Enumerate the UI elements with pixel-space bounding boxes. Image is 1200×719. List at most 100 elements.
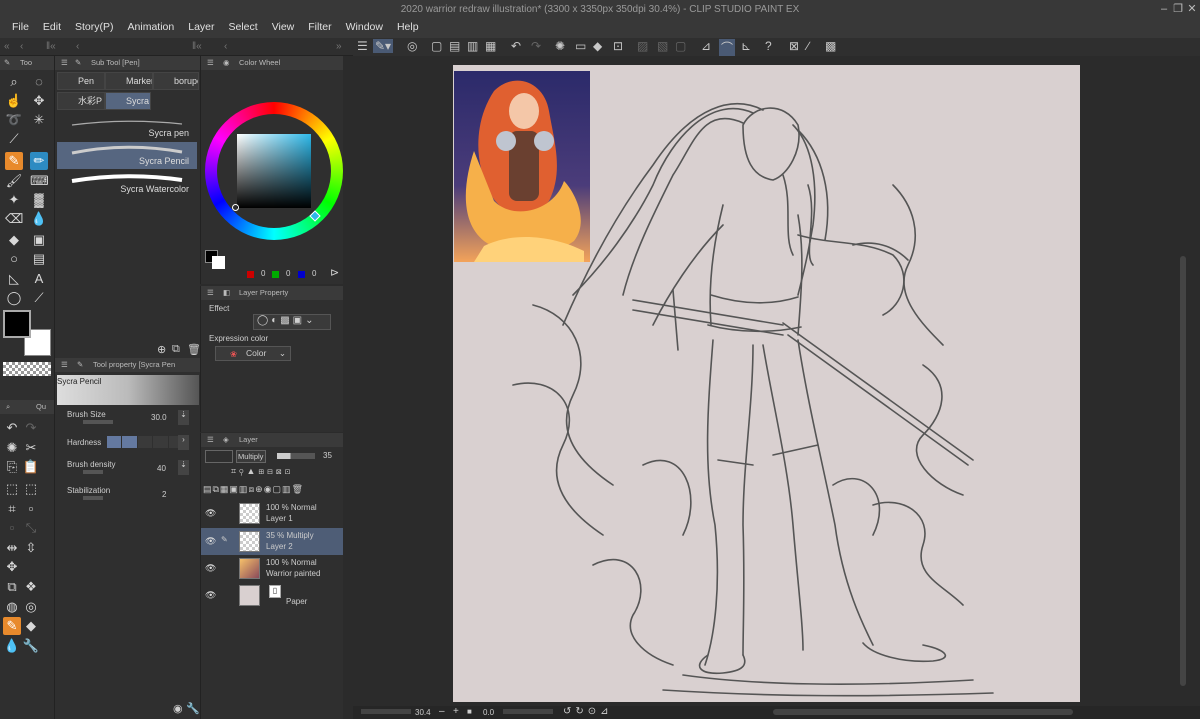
new-icon[interactable]: ▢ xyxy=(431,39,442,53)
subtool-tab-marker[interactable]: Marker xyxy=(105,72,153,90)
undo-icon[interactable]: ↶ xyxy=(3,419,21,437)
add-subtool-icon[interactable]: ⊕ xyxy=(157,343,166,356)
hardness-step[interactable] xyxy=(137,436,153,448)
eye-icon[interactable]: 👁 xyxy=(205,508,216,519)
shrink-selection-icon[interactable]: ▫ xyxy=(3,519,21,537)
zoom-in-icon[interactable]: + xyxy=(453,706,459,717)
blend-mode-select[interactable]: Multiply xyxy=(236,450,266,463)
main-color-swatch[interactable] xyxy=(3,310,31,338)
text-icon[interactable]: A xyxy=(30,270,48,288)
eye-icon[interactable]: 👁 xyxy=(205,536,216,547)
expression-color-select[interactable]: ❀ Color ⌄ xyxy=(215,346,291,361)
transform-icon[interactable]: ⤡ xyxy=(22,519,40,537)
chevron-left-icon[interactable]: ‹ xyxy=(20,41,23,52)
hardness-steps[interactable] xyxy=(107,436,184,448)
sub-color-swatch[interactable] xyxy=(212,256,225,269)
pencil-icon[interactable]: ✏ xyxy=(30,152,48,170)
blend-icon[interactable]: 💧 xyxy=(3,637,21,655)
rotation-angle[interactable]: 0.0 xyxy=(483,708,494,717)
brush-density-value[interactable]: 40 xyxy=(157,464,166,473)
eye-icon[interactable]: 👁 xyxy=(205,563,216,574)
collapse-left-icon[interactable]: ‖« xyxy=(46,41,56,52)
subtool-tab-borupe[interactable]: borupe xyxy=(153,72,199,90)
pen-icon[interactable]: ✎ xyxy=(5,152,23,170)
deselect-icon[interactable]: ⬚ xyxy=(22,480,40,498)
minimize-icon[interactable]: – xyxy=(1158,2,1170,16)
stabilization-slider[interactable] xyxy=(83,496,103,500)
lasso-fill-icon[interactable]: ◍ xyxy=(3,598,21,616)
menu-select[interactable]: Select xyxy=(222,18,265,38)
menu-window[interactable]: Window xyxy=(339,18,390,38)
red-value[interactable]: 0 xyxy=(261,269,265,278)
menu-view[interactable]: View xyxy=(265,18,302,38)
duplicate-icon[interactable]: ⧉ xyxy=(172,343,180,356)
layer-row[interactable]: 👁 ▯ Paper xyxy=(201,582,344,609)
clear-icon[interactable]: ▭ xyxy=(575,39,586,53)
hardness-step[interactable] xyxy=(153,436,168,448)
blue-value[interactable]: 0 xyxy=(312,269,316,278)
settings-icon[interactable]: ◉ xyxy=(173,702,183,715)
effect-buttons[interactable]: ◯◐▩▣⌄ xyxy=(253,314,331,330)
subtool-tab-sycra[interactable]: Sycra xyxy=(105,92,151,110)
help-icon[interactable]: ? xyxy=(765,39,772,53)
stamp-icon[interactable]: ⧉ xyxy=(3,578,21,596)
color-settings-icon[interactable]: ⊳ xyxy=(330,266,339,279)
expand-icon[interactable]: › xyxy=(178,435,189,450)
brush-density-slider[interactable] xyxy=(83,470,103,474)
save-icon[interactable]: ▥ xyxy=(467,39,478,53)
brush-item[interactable]: Sycra pen xyxy=(57,114,197,141)
menu-icon[interactable]: ☰ xyxy=(207,286,214,300)
layer-color-dropdown[interactable] xyxy=(205,450,233,463)
menu-icon[interactable]: ☰ xyxy=(61,56,68,70)
menu-file[interactable]: File xyxy=(5,18,36,38)
layer-row-selected[interactable]: 👁 ✎ 35 % Multiply Layer 2 xyxy=(201,528,344,555)
paste-icon[interactable]: 📋 xyxy=(22,458,40,476)
pen-icon[interactable]: ✎ xyxy=(3,617,21,635)
fill-icon[interactable]: ◆ xyxy=(593,39,602,53)
close-doc-icon[interactable]: ⊠ xyxy=(789,39,799,53)
eye-icon[interactable]: 👁 xyxy=(205,590,216,601)
flip-vertical-icon[interactable]: ⇳ xyxy=(22,539,40,557)
layer-option-icons[interactable]: ⌗⚲▲⊞⊟⊠⊡ xyxy=(231,466,293,477)
snap-special-icon[interactable]: ⊾ xyxy=(741,39,751,53)
frame-icon[interactable]: ▤ xyxy=(30,250,48,268)
subtool-tab-pen[interactable]: Pen xyxy=(57,72,105,90)
menu-icon[interactable]: ☰ xyxy=(207,56,214,70)
snap-icon[interactable]: ⌒ xyxy=(719,39,736,56)
fill-icon[interactable]: ◆ xyxy=(5,231,23,249)
expand-selection-icon[interactable]: ▫ xyxy=(22,500,40,518)
flip-horizontal-icon[interactable]: ⇹ xyxy=(3,539,21,557)
wrench-icon[interactable]: 🔧 xyxy=(186,702,200,715)
ruler-icon[interactable]: ⊿ xyxy=(701,39,711,53)
zoom-out-icon[interactable]: – xyxy=(439,706,445,717)
zoom-icon[interactable]: ⌕ xyxy=(5,73,23,91)
menu-icon[interactable]: ☰ xyxy=(357,39,368,53)
menu-animation[interactable]: Animation xyxy=(121,18,182,38)
transparent-color-swatch[interactable] xyxy=(3,362,51,376)
chevron-left-icon[interactable]: ‹ xyxy=(76,41,79,52)
hardness-step[interactable] xyxy=(107,436,122,448)
zoom-level[interactable]: 30.4 xyxy=(415,708,431,717)
saturation-value-square[interactable] xyxy=(237,134,311,208)
rotate-icons[interactable]: ↺↻⊙⊿ xyxy=(563,706,613,717)
brush-icon[interactable]: 🖌 xyxy=(5,172,23,190)
close-icon[interactable]: ✕ xyxy=(1186,2,1198,16)
layer-row[interactable]: 👁 100 % Normal Warrior painted xyxy=(201,555,344,582)
eraser-icon[interactable]: ⌫ xyxy=(5,210,23,228)
invert-selection-icon[interactable]: ⌗ xyxy=(3,500,21,518)
decoration-icon[interactable]: ✦ xyxy=(5,191,23,209)
menu-story[interactable]: Story(P) xyxy=(68,18,121,38)
collapse-left-icon[interactable]: ‖« xyxy=(192,41,202,52)
hardness-step[interactable] xyxy=(122,436,137,448)
clip-studio-icon[interactable]: ◎ xyxy=(407,39,417,53)
brush-item[interactable]: Sycra Watercolor xyxy=(57,170,197,197)
lasso-erase-icon[interactable]: ◎ xyxy=(22,598,40,616)
line-correction-icon[interactable]: ⟋ xyxy=(30,289,48,307)
magic-wand-icon[interactable]: ✳ xyxy=(30,111,48,129)
redo-icon[interactable]: ↷ xyxy=(531,39,541,53)
open-icon[interactable]: ▤ xyxy=(449,39,460,53)
spinner-icon[interactable]: ✺ xyxy=(3,439,21,457)
move-icon[interactable]: ✥ xyxy=(3,558,21,576)
trash-icon[interactable]: 🗑 xyxy=(187,343,201,356)
object-icon[interactable]: ☝ xyxy=(5,92,23,110)
